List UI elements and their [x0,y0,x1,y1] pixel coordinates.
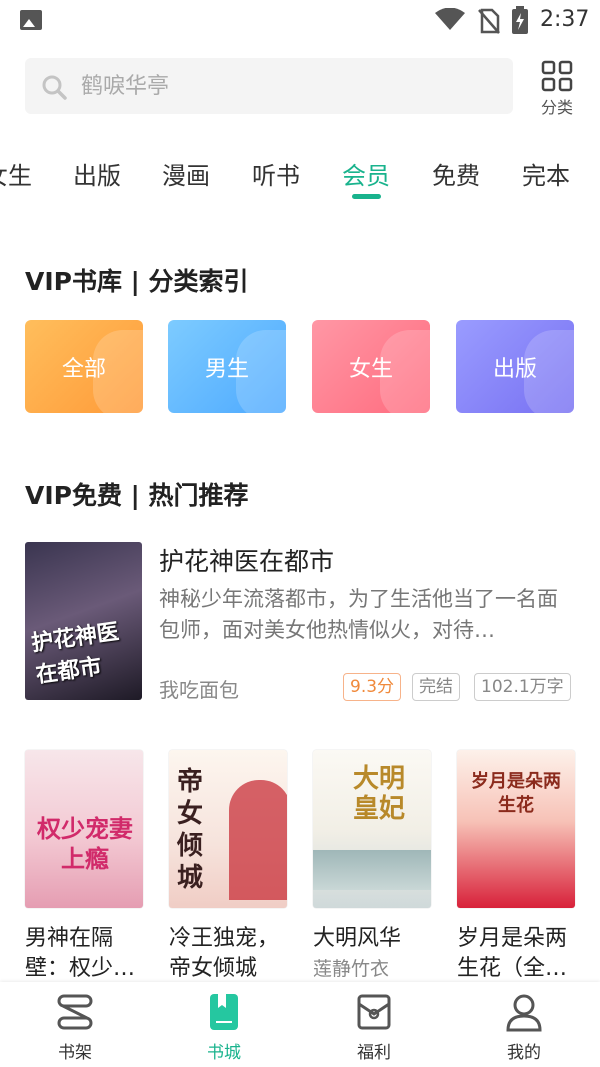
category-grid-icon [541,60,573,92]
wifi-icon [435,8,465,30]
vip-category-female-label: 女生 [348,356,393,382]
vip-category-male[interactable]: 男生 [168,320,286,413]
cover-mountains [313,850,431,890]
book-title: 男神在隔壁：权少… [25,926,136,981]
book-title: 岁月是朵两生花（全… [457,926,568,981]
bookstore-icon [210,994,238,1030]
search-row: 分类 [25,58,577,117]
category-button[interactable]: 分类 [537,58,577,117]
battery-charging-icon [512,6,528,34]
bottom-navigation: 书架 书城 福利 我的 [0,982,600,1067]
cover-figure [229,780,287,900]
channel-tabs: 女生 出版 漫画 听书 会员 免费 完本 [0,150,600,200]
search-icon [42,75,67,100]
gift-icon [357,994,391,1030]
bookshelf-icon [57,994,93,1030]
vip-category-publish-label: 出版 [492,356,537,382]
nav-bookstore-label: 书城 [207,1043,241,1063]
tab-completed[interactable]: 完本 [522,156,570,191]
vip-category-all[interactable]: 全部 [25,320,143,413]
book-cover-text: 大明皇妃 [352,764,405,824]
book-cover-text: 帝女倾城 [177,767,204,893]
book-title: 冷王独宠，帝女倾城 [169,926,280,981]
featured-book-title[interactable]: 护花神医在都市 [159,542,334,578]
featured-book[interactable]: 护花神医在都市 护花神医在都市 神秘少年流落都市，为了生活他当了一名面包师，面对… [25,542,575,702]
book-card[interactable]: 权少宠妻上瘾 男神在隔壁：权少… [25,750,143,984]
status-bar: 2:37 [0,0,600,40]
search-box[interactable] [25,58,513,114]
nav-bookshelf-label: 书架 [58,1043,92,1063]
tab-female[interactable]: 女生 [0,156,32,191]
book-card[interactable]: 岁月是朵两生花 岁月是朵两生花（全… [457,750,575,984]
nav-welfare-label: 福利 [357,1043,391,1063]
status-badge: 完结 [412,673,460,701]
score-badge: 9.3分 [343,673,402,701]
book-cover[interactable]: 大明皇妃 [313,750,431,908]
active-tab-indicator [352,194,381,199]
vip-category-female[interactable]: 女生 [312,320,430,413]
nav-welfare[interactable]: 福利 [334,992,414,1063]
word-count-badge: 102.1万字 [474,673,571,701]
tab-vip[interactable]: 会员 [342,156,390,191]
no-sim-icon [478,8,500,34]
featured-book-author: 我吃面包 [159,678,239,702]
book-cover[interactable]: 岁月是朵两生花 [457,750,575,908]
featured-book-description: 神秘少年流落都市，为了生活他当了一名面包师，面对美女他热情似火，对待… [159,587,558,642]
tab-audiobook[interactable]: 听书 [252,156,300,191]
featured-book-cover[interactable]: 护花神医在都市 [25,542,142,700]
nav-profile-label: 我的 [507,1043,541,1063]
vip-category-male-label: 男生 [204,356,249,382]
tab-free[interactable]: 免费 [432,156,480,191]
vip-free-title: VIP免费 | 热门推荐 [25,481,249,510]
vip-index-title: VIP书库 | 分类索引 [25,267,249,296]
nav-bookstore[interactable]: 书城 [184,992,264,1063]
image-notification-icon [20,10,42,30]
book-cover[interactable]: 帝女倾城 [169,750,287,908]
book-cover-text: 岁月是朵两生花 [471,771,561,816]
tab-comics[interactable]: 漫画 [162,156,210,191]
featured-cover-text: 护花神医在都市 [29,619,121,689]
tab-publish[interactable]: 出版 [73,156,121,191]
clock: 2:37 [540,7,590,32]
user-icon [506,994,542,1032]
vip-category-publish[interactable]: 出版 [456,320,574,413]
nav-bookshelf[interactable]: 书架 [35,992,115,1063]
vip-category-all-label: 全部 [61,356,106,382]
book-cover[interactable]: 权少宠妻上瘾 [25,750,143,908]
book-author: 莲静竹衣 [313,958,390,980]
search-input[interactable] [81,66,501,106]
book-card[interactable]: 大明皇妃 大明风华 莲静竹衣 [313,750,431,981]
book-cover-text: 权少宠妻上瘾 [37,815,133,873]
book-card[interactable]: 帝女倾城 冷王独宠，帝女倾城 [169,750,287,984]
nav-profile[interactable]: 我的 [484,992,564,1063]
category-label: 分类 [540,98,573,117]
